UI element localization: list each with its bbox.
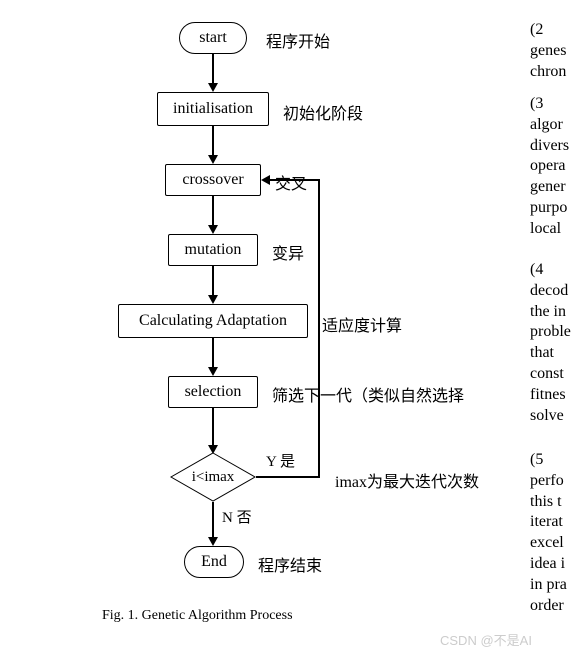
node-end-label: End [201, 553, 227, 571]
cut-line: divers [530, 136, 569, 157]
note-end: 程序结束 [258, 552, 322, 576]
arrow [318, 180, 320, 478]
cut-line: purpo [530, 198, 569, 219]
cut-text: (3 algor divers opera gener purpo local [530, 94, 569, 240]
node-selection-label: selection [185, 383, 242, 401]
watermark: CSDN @不是AI [440, 630, 532, 649]
node-crossover-label: crossover [182, 171, 243, 189]
note-selection: 筛选下一代（类似自然选择 [272, 382, 464, 406]
edge-no-label: N 否 [222, 506, 252, 527]
arrow-head [208, 83, 218, 92]
cut-line: fitnes [530, 385, 571, 406]
note-mutation: 变异 [272, 240, 304, 264]
figure-caption: Fig. 1. Genetic Algorithm Process [102, 608, 293, 624]
cut-line: iterat [530, 512, 567, 533]
cut-line: const [530, 364, 571, 385]
arrow [256, 476, 320, 478]
cut-line: idea i [530, 554, 567, 575]
arrow [212, 196, 214, 226]
cut-line: the in [530, 302, 571, 323]
node-selection: selection [168, 376, 258, 408]
cut-line: (3 [530, 94, 569, 115]
node-calc: Calculating Adaptation [118, 304, 308, 338]
cut-text: (5 perfo this t iterat excel idea i in p… [530, 450, 567, 616]
arrow [212, 338, 214, 368]
cut-line: this t [530, 492, 567, 513]
node-mutation-label: mutation [185, 241, 242, 259]
cut-line: gener [530, 177, 569, 198]
arrow [270, 179, 320, 181]
arrow [212, 266, 214, 296]
arrow [212, 54, 214, 84]
note-calc: 适应度计算 [322, 312, 402, 336]
arrow-head [261, 175, 270, 185]
cut-line: (2 [530, 20, 566, 41]
cut-line: perfo [530, 471, 567, 492]
node-decision-label: i<imax [192, 469, 235, 486]
cut-line: chron [530, 62, 566, 83]
node-start: start [179, 22, 247, 54]
arrow-head [208, 155, 218, 164]
note-decision: imax为最大迭代次数 [335, 468, 479, 492]
cut-line: proble [530, 322, 571, 343]
cut-line: local [530, 219, 569, 240]
arrow [212, 502, 214, 538]
note-crossover: 交叉 [275, 170, 307, 194]
note-init: 初始化阶段 [283, 100, 363, 124]
arrow-head [208, 295, 218, 304]
cut-text: (2 genes chron [530, 20, 566, 82]
cut-line: that [530, 343, 571, 364]
node-decision: i<imax [170, 452, 256, 502]
cut-line: excel [530, 533, 567, 554]
node-end: End [184, 546, 244, 578]
note-start: 程序开始 [266, 28, 330, 52]
node-init-label: initialisation [173, 100, 253, 118]
arrow [212, 126, 214, 156]
node-mutation: mutation [168, 234, 258, 266]
arrow-head [208, 537, 218, 546]
arrow-head [208, 225, 218, 234]
cut-line: (4 [530, 260, 571, 281]
cut-line: algor [530, 115, 569, 136]
cut-line: opera [530, 156, 569, 177]
cut-line: genes [530, 41, 566, 62]
cut-text: (4 decod the in proble that const fitnes… [530, 260, 571, 426]
node-init: initialisation [157, 92, 269, 126]
cut-line: in pra [530, 575, 567, 596]
edge-yes-label: Y 是 [266, 450, 295, 471]
diagram-canvas: start 程序开始 initialisation 初始化阶段 crossove… [0, 0, 572, 662]
cut-line: decod [530, 281, 571, 302]
cut-line: solve [530, 406, 571, 427]
cut-line: order [530, 596, 567, 617]
node-calc-label: Calculating Adaptation [139, 312, 287, 330]
node-start-label: start [199, 29, 227, 47]
arrow-head [208, 367, 218, 376]
arrow [212, 408, 214, 446]
cut-line: (5 [530, 450, 567, 471]
node-crossover: crossover [165, 164, 261, 196]
